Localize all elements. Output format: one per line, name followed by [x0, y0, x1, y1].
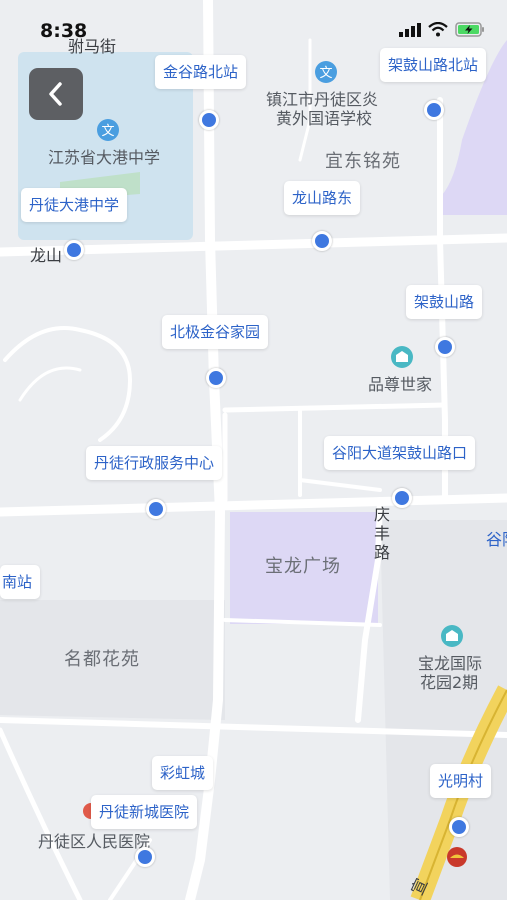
stop-marker[interactable] [199, 110, 219, 130]
gas-station-icon [446, 846, 468, 872]
stop-marker[interactable] [424, 100, 444, 120]
place-yidong[interactable]: 宜东铭苑 [325, 152, 401, 172]
stop-label-guyang-jiagushan[interactable]: 谷阳大道架鼓山路口 [324, 436, 476, 470]
place-baolong-garden-line2[interactable]: 花园2期 [420, 673, 478, 693]
svg-text:文: 文 [319, 66, 332, 81]
svg-text:文: 文 [101, 124, 114, 139]
road-longshan: 龙山 [30, 246, 63, 265]
battery-icon [455, 22, 484, 37]
residential-icon [390, 345, 414, 373]
status-bar: 8:38 [0, 0, 507, 56]
stop-marker[interactable] [392, 488, 412, 508]
road-qingfeng: 庆丰路 [374, 505, 391, 562]
status-time: 8:38 [40, 20, 88, 42]
chevron-left-icon [49, 82, 62, 106]
place-zhenjiang-school-line1[interactable]: 镇江市丹徒区炎 [266, 90, 378, 110]
place-mingdu[interactable]: 名都花苑 [64, 650, 140, 670]
place-baolong-garden-line1[interactable]: 宝龙国际 [418, 654, 482, 674]
place-pinzun[interactable]: 品尊世家 [368, 375, 432, 395]
stop-label-jingulu-north[interactable]: 金谷路北站 [155, 55, 247, 89]
status-icons [399, 22, 485, 37]
place-baolong[interactable]: 宝龙广场 [265, 557, 341, 577]
signal-icon [399, 22, 421, 37]
back-button[interactable] [29, 68, 83, 120]
stop-label-longshan-east[interactable]: 龙山路东 [284, 181, 361, 215]
stop-label-caihong[interactable]: 彩虹城 [152, 756, 214, 790]
stop-label-guangming[interactable]: 光明村 [430, 764, 492, 798]
place-zhenjiang-school-line2[interactable]: 黄外国语学校 [276, 109, 372, 129]
stop-marker[interactable] [135, 847, 155, 867]
stop-label-dagang-school[interactable]: 丹徒大港中学 [21, 188, 128, 222]
map-view[interactable]: 8:38 文 江苏省大港中学 文 镇江市丹徒区炎 黄外国语学校 宜东铭苑 品尊世… [0, 0, 507, 900]
place-guyang-edge[interactable]: 谷阳 [486, 530, 507, 550]
place-hospital[interactable]: 丹徒区人民医院 [38, 832, 150, 852]
stop-marker[interactable] [435, 337, 455, 357]
school-icon: 文 [96, 118, 120, 146]
stop-label-dantu-admin-center[interactable]: 丹徒行政服务中心 [86, 446, 223, 480]
stop-marker[interactable] [206, 368, 226, 388]
stop-label-xincheng-hospital[interactable]: 丹徒新城医院 [91, 795, 198, 829]
stop-label-jiagushan[interactable]: 架鼓山路 [406, 285, 483, 319]
stop-label-beiji-jingu[interactable]: 北极金谷家园 [162, 315, 269, 349]
stop-marker[interactable] [312, 231, 332, 251]
stop-marker[interactable] [146, 499, 166, 519]
residential-icon [440, 624, 464, 652]
school-icon: 文 [314, 60, 338, 88]
stop-label-south-station[interactable]: 南站 [0, 565, 41, 599]
place-jiangsu-school[interactable]: 江苏省大港中学 [48, 148, 160, 168]
wifi-icon [428, 22, 448, 37]
stop-marker[interactable] [449, 817, 469, 837]
stop-marker[interactable] [64, 240, 84, 260]
